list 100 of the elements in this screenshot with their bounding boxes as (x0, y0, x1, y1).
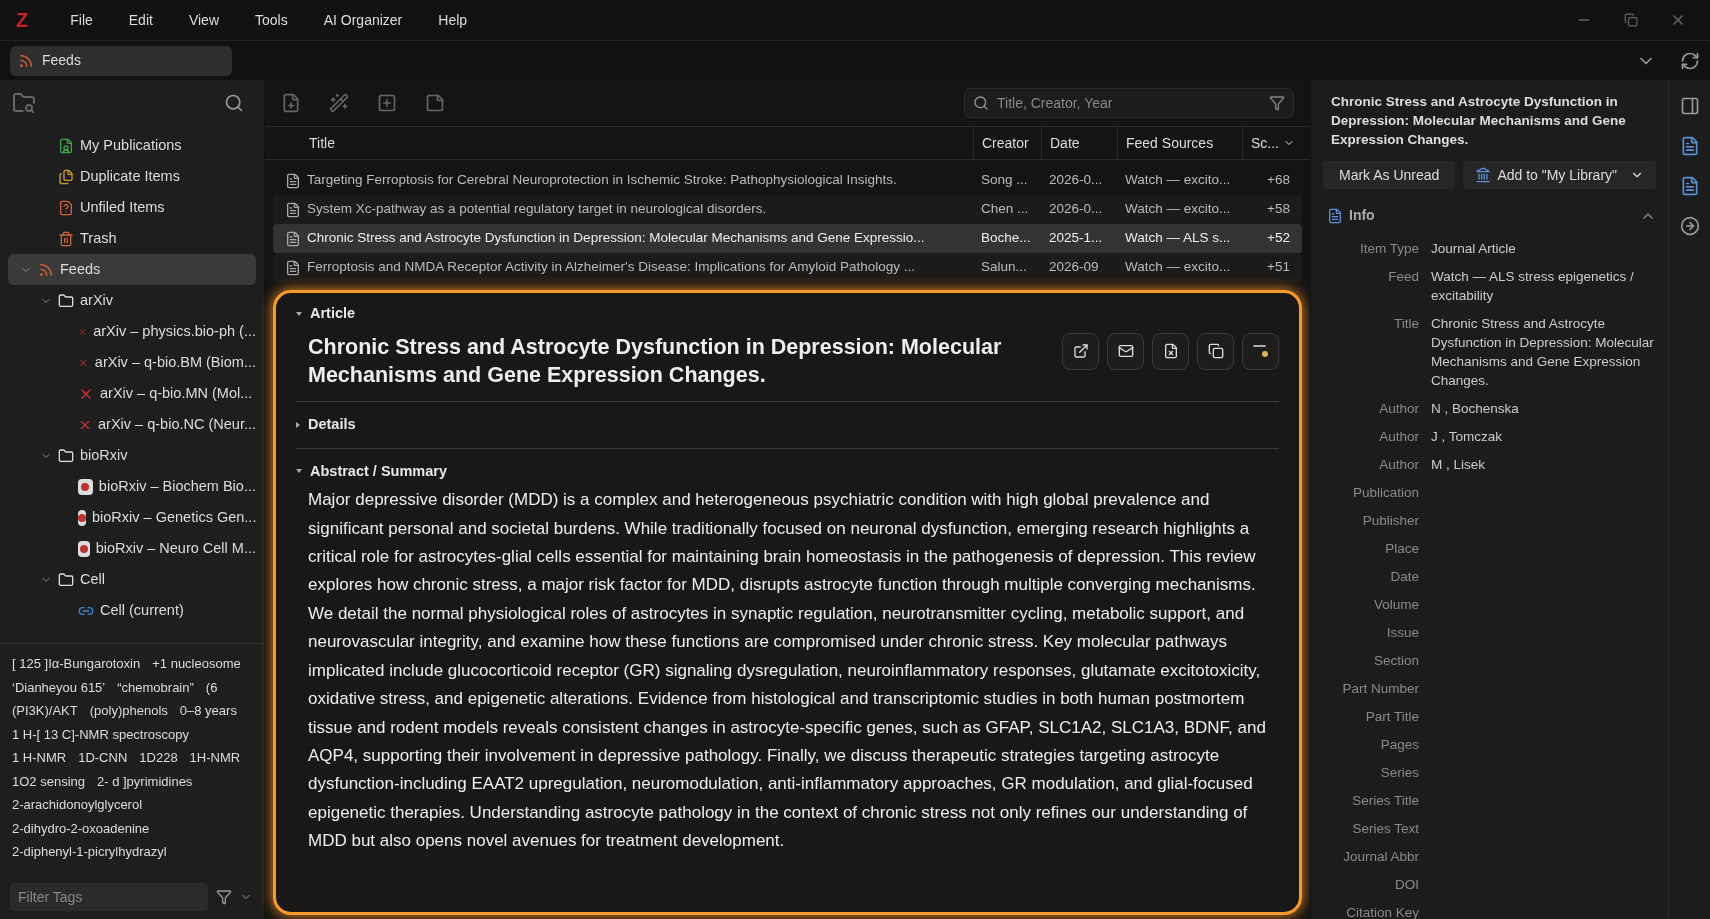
tag[interactable]: 1 H-[ 13 C]-NMR spectroscopy (12, 722, 189, 746)
sync-icon[interactable] (1680, 50, 1700, 71)
tree-item[interactable]: arXiv – q-bio.NC (Neur... (8, 409, 256, 440)
search-field[interactable]: Title, Creator, Year (997, 92, 1261, 114)
menu-item[interactable]: View (170, 9, 237, 31)
tree-item[interactable]: My Publications (8, 130, 256, 161)
toggle-button[interactable] (1242, 332, 1279, 370)
magic-wand-icon[interactable] (329, 93, 349, 113)
document-icon (1162, 343, 1179, 360)
menu-item[interactable]: File (52, 9, 111, 31)
tag[interactable]: 0–8 years (179, 699, 237, 723)
column-header[interactable]: Feed Sources (1117, 127, 1242, 159)
tree-item[interactable]: Trash (8, 223, 256, 254)
restore-icon[interactable] (1624, 13, 1638, 27)
section-header[interactable]: Details (296, 409, 1279, 440)
search-box[interactable]: Title, Creator, Year (964, 88, 1294, 118)
external-link-icon (1072, 343, 1089, 360)
menu-item[interactable]: Help (420, 9, 486, 31)
section-header[interactable]: Article (296, 299, 1279, 329)
tag[interactable]: (PI3K)/AKT (12, 699, 78, 723)
filter-tags-field[interactable]: Filter Tags (10, 883, 208, 911)
tag[interactable]: 2-arachidonoylglycerol (12, 793, 143, 817)
tree-item[interactable]: arXiv (8, 285, 256, 316)
new-item-icon[interactable] (281, 93, 301, 113)
tag[interactable]: 2- d ]pyrimidines (97, 769, 193, 793)
tree-item[interactable]: arXiv – q-bio.BM (Biom... (8, 347, 256, 378)
menu-item[interactable]: Edit (110, 9, 171, 31)
table-row[interactable]: Targeting Ferroptosis for Cerebral Neuroprotection in Ischemic Stroke: Pathophysiological Insights. Song ... 2026-0... Watch — excito... +68 (273, 166, 1302, 195)
field-value[interactable]: M , Lisek (1431, 454, 1656, 474)
field-label: Place (1384, 539, 1419, 558)
section-header[interactable]: Abstract / Summary (296, 456, 1279, 487)
tag[interactable]: 1D-CNN (78, 746, 128, 770)
tag[interactable]: [ 125 ]Iα-Bungarotoxin (12, 652, 141, 676)
tag[interactable]: 2-diphenyl-1-picrylhydrazyl (12, 840, 167, 864)
tag[interactable]: 2-dihydro-2-oxoadenine (12, 816, 150, 840)
tag[interactable]: 1O2 sensing (12, 769, 85, 793)
table-row[interactable]: System Xc-pathway as a potential regulatory target in neurological disorders. Chen ... 2026-0... Watch — excito... +58 (273, 195, 1302, 224)
tree-item[interactable]: bioRxiv – Neuro Cell M... (8, 533, 256, 564)
table-cell-text: Salun... (981, 258, 1027, 277)
note-icon[interactable] (425, 93, 445, 113)
tab[interactable]: Feeds (10, 45, 232, 76)
add-to-library-button[interactable]: Add to "My Library" (1463, 161, 1656, 189)
field-label: Part Number (1341, 679, 1419, 698)
mark-unread-button[interactable]: Mark As Unread (1323, 161, 1456, 189)
document-icon (285, 230, 301, 247)
email-button[interactable] (1107, 332, 1144, 370)
table-cell-text: Watch — excito... (1125, 200, 1231, 219)
field-label: Citation Key (1345, 903, 1419, 919)
tag[interactable]: “chemobrain” (117, 675, 194, 699)
export-button[interactable] (1152, 332, 1189, 370)
field-value[interactable]: Watch — ALS stress epigenetics / excitability (1431, 266, 1656, 305)
triangle-icon (296, 421, 300, 428)
feed-icon (18, 52, 34, 69)
column-header[interactable]: Creator (973, 127, 1041, 159)
toggle-icon (1252, 344, 1269, 359)
field-label: Publication (1351, 483, 1419, 502)
new-collection-icon[interactable] (12, 91, 36, 115)
filter-icon[interactable] (216, 889, 232, 905)
field-value[interactable]: N , Bochenska (1431, 398, 1656, 418)
section-header[interactable]: Info (1323, 205, 1656, 226)
field-value[interactable]: J , Tomczak (1431, 426, 1656, 446)
tree-item[interactable]: Cell (8, 564, 256, 595)
tag[interactable]: 1D228 (139, 746, 178, 770)
open-link-button[interactable] (1062, 332, 1099, 370)
table-cell-text: Ferroptosis and NMDA Receptor Activity in Alzheimer's Disease: Implications for Amyloid Pathology ... (307, 258, 916, 277)
menu-item[interactable]: AI Organizer (305, 9, 421, 31)
field-label: Date (1389, 567, 1419, 586)
tag[interactable]: ‘Dianheyou 615’ (12, 675, 106, 699)
tag[interactable]: 1H-NMR (189, 746, 241, 770)
filter-icon[interactable] (1269, 95, 1285, 111)
column-header[interactable]: Sc... (1242, 127, 1302, 159)
table-cell-text: 2025-1... (1049, 229, 1103, 248)
tree-item[interactable]: bioRxiv – Biochem Bio... (8, 471, 256, 502)
tree-item[interactable]: Cell (current) (8, 595, 256, 626)
tree-item[interactable]: bioRxiv (8, 440, 256, 471)
tree-item[interactable]: arXiv – q-bio.MN (Mol... (8, 378, 256, 409)
tag[interactable]: (6 (205, 675, 218, 699)
table-row[interactable]: Ferroptosis and NMDA Receptor Activity in Alzheimer's Disease: Implications for Amyloid Pathology ... Salun... 2026-09 Watch — excito... +51 (273, 253, 1302, 282)
field-value[interactable]: Chronic Stress and Astrocyte Dysfunction in Depression: Molecular Mechanisms and Gene Expression Changes. (1431, 313, 1656, 390)
panel-icon[interactable] (1679, 96, 1700, 116)
tree-item[interactable]: bioRxiv – Genetics Gen... (8, 502, 256, 533)
tag[interactable]: 1 H-NMR (12, 746, 67, 770)
field-label: Title (1393, 314, 1419, 333)
tree-item[interactable]: arXiv – physics.bio-ph (... (8, 316, 256, 347)
add-attachment-icon[interactable] (377, 93, 397, 113)
tree-item[interactable]: Feeds (8, 254, 256, 285)
menu-item[interactable]: Tools (237, 9, 306, 31)
tag[interactable]: +1 nucleosome (152, 652, 241, 676)
tree-item[interactable]: Duplicate Items (8, 161, 256, 192)
related-icon[interactable] (1679, 216, 1700, 236)
table-row[interactable]: Chronic Stress and Astrocyte Dysfunction in Depression: Molecular Mechanisms and Gene Expressio... Boche... 2025-1... Watch — ALS s... +52 (273, 224, 1302, 253)
tag[interactable]: (poly)phenols (89, 699, 168, 723)
field-value[interactable]: Journal Article (1431, 238, 1656, 258)
column-header[interactable]: Title (273, 127, 973, 159)
copy-button[interactable] (1197, 332, 1234, 370)
table-cell-text: Chronic Stress and Astrocyte Dysfunction in Depression: Molecular Mechanisms and Gene Expressio... (307, 229, 925, 248)
search-icon[interactable] (224, 93, 244, 113)
tree-item[interactable]: Unfiled Items (8, 192, 256, 223)
column-header[interactable]: Date (1041, 127, 1117, 159)
field-label: Volume (1372, 595, 1419, 614)
